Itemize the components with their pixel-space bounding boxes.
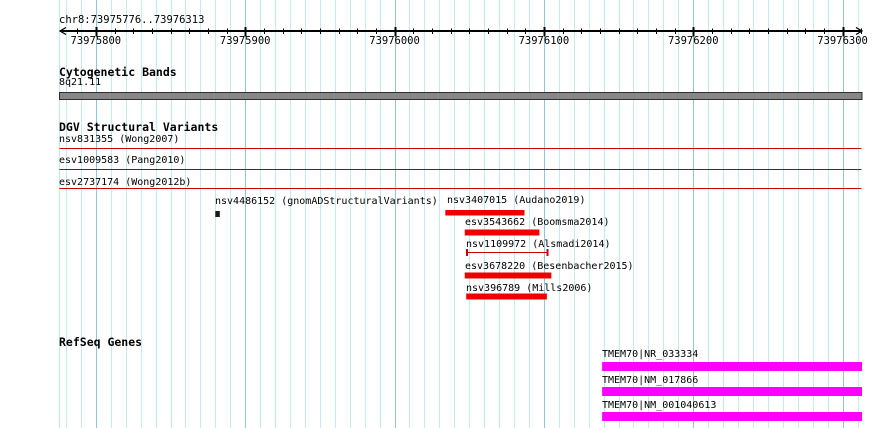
feature-label[interactable]: esv3543662 (Boomsma2014)	[465, 218, 610, 228]
track-header-refseq-genes: RefSeq Genes	[59, 335, 143, 349]
feature-label[interactable]: nsv4486152 (gnomADStructuralVariants)	[215, 197, 438, 207]
variant-point[interactable]	[215, 211, 220, 217]
track-header-dgv-structural-variants: DGV Structural Variants	[59, 120, 219, 134]
genome-browser: chr8:73975776..73976313 Cytogenetic Band…	[0, 0, 890, 428]
ruler-tick-label: 73975900	[219, 35, 271, 47]
feature-label[interactable]: TMEM70|NM_017866	[602, 375, 698, 386]
variant-box[interactable]	[466, 293, 547, 300]
variant-box[interactable]	[445, 210, 525, 216]
ruler-tick-label: 73976000	[369, 35, 420, 47]
feature-label[interactable]: esv2737174 (Wong2012b)	[59, 177, 191, 188]
feature-label[interactable]: TMEM70|NR_033334	[602, 350, 698, 360]
ruler-tick-label: 73976200	[667, 35, 719, 47]
cytoband-bar[interactable]	[59, 92, 863, 100]
gene-box[interactable]	[602, 362, 862, 371]
ruler-tick-label: 73975800	[70, 35, 122, 47]
feature-label[interactable]: TMEM70|NM_001040613	[602, 400, 716, 411]
feature-label[interactable]: nsv831355 (Wong2007)	[59, 135, 179, 145]
feature-label[interactable]: esv1009583 (Pang2010)	[59, 156, 185, 166]
ruler-tick-label: 73976300	[817, 35, 868, 47]
feature-label[interactable]: nsv1109972 (Alsmadi2014)	[466, 240, 611, 250]
feature-label[interactable]: esv3678220 (Besenbacher2015)	[465, 262, 634, 272]
feature-label[interactable]: nsv396789 (Mills2006)	[466, 283, 592, 294]
variant-box[interactable]	[464, 229, 540, 236]
gene-box[interactable]	[602, 412, 862, 421]
gene-box[interactable]	[602, 387, 862, 396]
ruler-tick-label: 73976100	[518, 35, 570, 47]
region-label: chr8:73975776..73976313	[59, 14, 205, 26]
cytoband-label: 8q21.11	[59, 77, 102, 88]
feature-label[interactable]: nsv3407015 (Audano2019)	[447, 196, 585, 206]
variant-box[interactable]	[464, 272, 552, 279]
